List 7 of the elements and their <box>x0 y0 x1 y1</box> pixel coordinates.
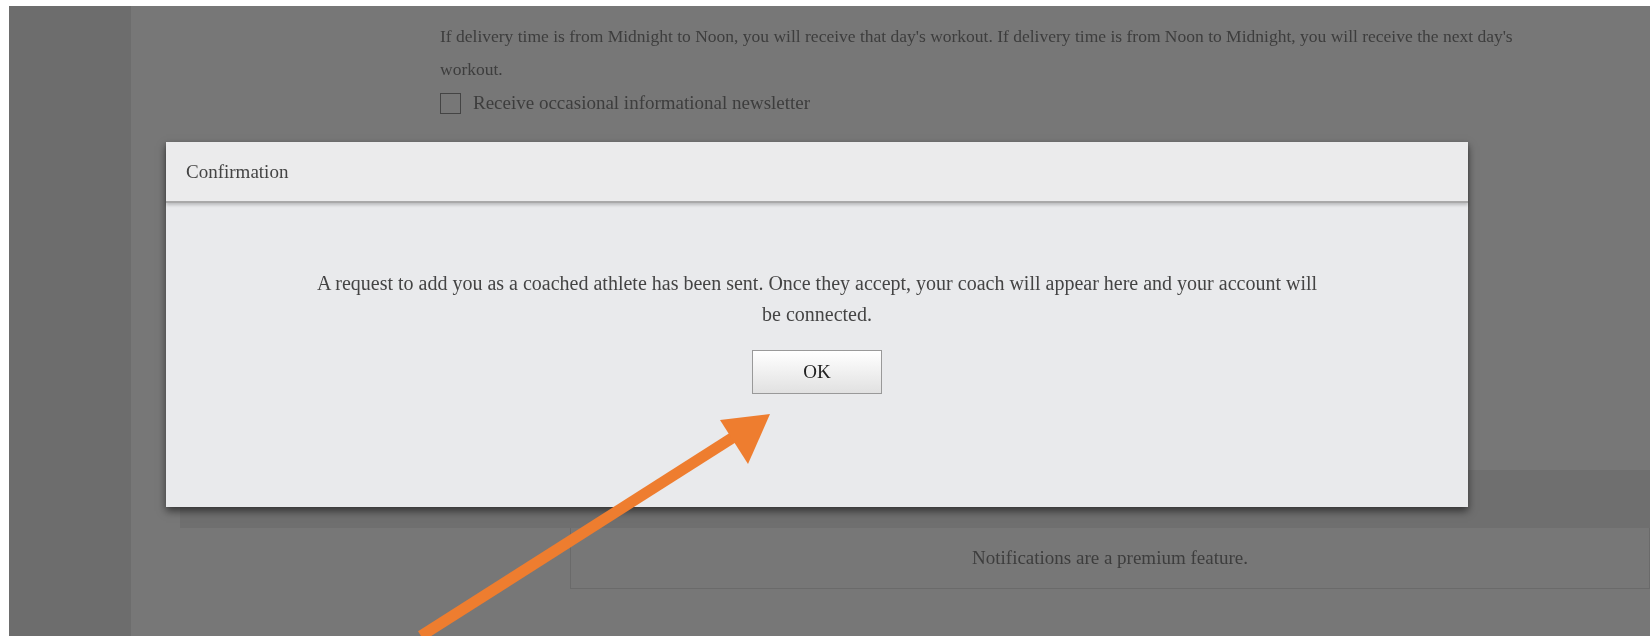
ok-button[interactable]: OK <box>752 350 882 394</box>
delivery-note: If delivery time is from Midnight to Noon, you will receive that day's workout. If delivery time is from Noon to Midnight, you will receive the next day's workout. <box>440 25 1514 81</box>
checkbox[interactable] <box>440 92 461 114</box>
dialog-message: A request to add you as a coached athlete has been sent. Once they accept, your coach will appear here and your account will be connected. <box>315 271 1319 327</box>
dialog-title: Confirmation <box>186 160 289 183</box>
checkbox-label: Receive occasional informational newsletter <box>473 92 811 114</box>
notifications-note: Notifications are a premium feature. <box>972 547 1248 569</box>
